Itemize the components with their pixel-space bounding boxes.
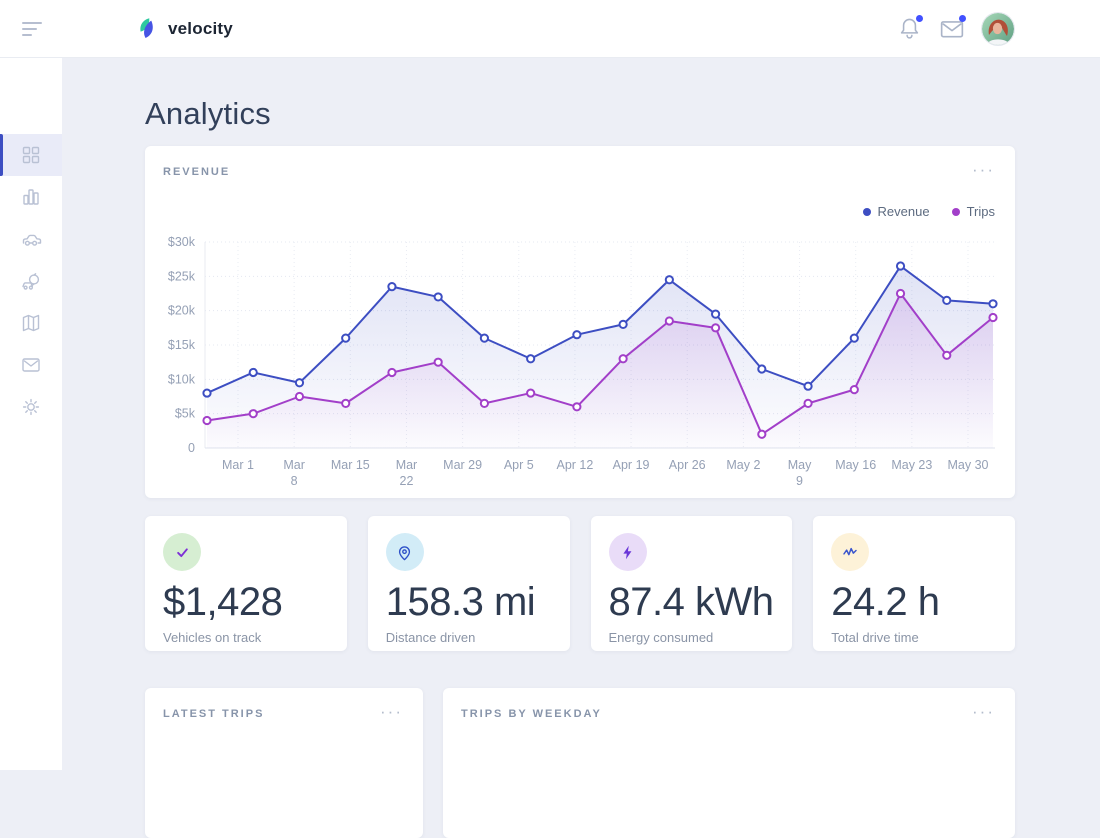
trips-legend-dot xyxy=(952,208,960,216)
pulse-icon xyxy=(831,533,869,571)
latest-trips-header: LATEST TRIPS xyxy=(163,708,264,720)
location-pin-icon xyxy=(386,533,424,571)
svg-text:Apr 5: Apr 5 xyxy=(504,458,534,472)
svg-text:$25k: $25k xyxy=(168,269,196,283)
topbar: velocity xyxy=(0,0,1100,58)
stat-label: Energy consumed xyxy=(609,630,775,645)
trips-by-weekday-menu-button[interactable]: ··· xyxy=(972,708,995,716)
brand-name: velocity xyxy=(168,19,233,39)
mail-icon xyxy=(20,354,42,376)
brand-logo[interactable]: velocity xyxy=(138,17,233,41)
trips-by-weekday-header: TRIPS BY WEEKDAY xyxy=(461,708,602,720)
stat-label: Total drive time xyxy=(831,630,997,645)
bar-chart-icon xyxy=(20,186,42,208)
svg-text:$10k: $10k xyxy=(168,372,196,386)
svg-text:Apr 26: Apr 26 xyxy=(669,458,706,472)
latest-trips-card: LATEST TRIPS ··· xyxy=(145,688,423,838)
main-content: Analytics REVENUE ··· Revenue Trips $30k… xyxy=(62,58,1100,770)
car-service-icon xyxy=(20,270,42,292)
svg-text:May 23: May 23 xyxy=(891,458,932,472)
hamburger-menu-icon[interactable] xyxy=(22,22,42,36)
stat-card-distance: 158.3 mi Distance driven xyxy=(368,516,570,651)
svg-text:0: 0 xyxy=(188,441,195,455)
sidebar-item-vehicles[interactable] xyxy=(0,218,62,260)
trips-legend-label: Trips xyxy=(967,204,995,219)
revenue-card: REVENUE ··· Revenue Trips $30k $25k $20k $1… xyxy=(145,146,1015,498)
svg-text:Apr 19: Apr 19 xyxy=(613,458,650,472)
check-icon xyxy=(163,533,201,571)
latest-trips-menu-button[interactable]: ··· xyxy=(380,708,403,716)
sidebar-item-settings[interactable] xyxy=(0,386,62,428)
stats-row: $1,428 Vehicles on track 158.3 mi Distan… xyxy=(145,516,1015,651)
trips-by-weekday-card: TRIPS BY WEEKDAY ··· xyxy=(443,688,1015,838)
chart-legend: Revenue Trips xyxy=(863,204,995,219)
sidebar-item-analytics[interactable] xyxy=(0,176,62,218)
notifications-button[interactable] xyxy=(894,14,924,44)
svg-text:8: 8 xyxy=(291,474,298,488)
notification-badge xyxy=(916,15,923,22)
lightning-bolt-icon xyxy=(609,533,647,571)
velocity-leaf-icon xyxy=(138,17,160,41)
svg-text:Apr 12: Apr 12 xyxy=(557,458,594,472)
car-icon xyxy=(20,228,42,250)
svg-text:$20k: $20k xyxy=(168,304,196,318)
stat-label: Distance driven xyxy=(386,630,552,645)
messages-button[interactable] xyxy=(937,14,967,44)
user-avatar[interactable] xyxy=(982,13,1014,45)
svg-text:May 16: May 16 xyxy=(835,458,876,472)
message-badge xyxy=(959,15,966,22)
stat-card-energy: 87.4 kWh Energy consumed xyxy=(591,516,793,651)
svg-text:$30k: $30k xyxy=(168,235,196,249)
revenue-card-header: REVENUE xyxy=(163,166,230,178)
svg-text:Mar: Mar xyxy=(396,458,418,472)
gear-icon xyxy=(20,396,42,418)
svg-text:Mar 15: Mar 15 xyxy=(331,458,370,472)
sidebar-item-map[interactable] xyxy=(0,302,62,344)
revenue-chart: $30k $25k $20k $15k $10k $5k 0 Mar 1 Mar 8 Mar 15 M… xyxy=(145,228,1015,490)
dashboard-grid-icon xyxy=(20,144,42,166)
svg-text:9: 9 xyxy=(796,474,803,488)
stat-label: Vehicles on track xyxy=(163,630,329,645)
svg-text:May 30: May 30 xyxy=(948,458,989,472)
sidebar-item-messages[interactable] xyxy=(0,344,62,386)
svg-text:Mar 1: Mar 1 xyxy=(222,458,254,472)
stat-value: 87.4 kWh xyxy=(609,580,775,625)
stat-card-vehicles: $1,428 Vehicles on track xyxy=(145,516,347,651)
stat-value: $1,428 xyxy=(163,580,329,625)
map-icon xyxy=(20,312,42,334)
sidebar-item-dashboard[interactable] xyxy=(0,134,62,176)
revenue-legend-label: Revenue xyxy=(878,204,930,219)
bottom-row: LATEST TRIPS ··· TRIPS BY WEEKDAY ··· xyxy=(145,688,1015,838)
revenue-card-menu-button[interactable]: ··· xyxy=(972,166,995,174)
stat-value: 24.2 h xyxy=(831,580,997,625)
page-title: Analytics xyxy=(145,58,1015,132)
svg-text:Mar: Mar xyxy=(283,458,305,472)
svg-text:May: May xyxy=(788,458,812,472)
legend-item-revenue[interactable]: Revenue xyxy=(863,204,930,219)
revenue-legend-dot xyxy=(863,208,871,216)
stat-card-drive-time: 24.2 h Total drive time xyxy=(813,516,1015,651)
svg-text:May 2: May 2 xyxy=(726,458,760,472)
svg-text:Mar 29: Mar 29 xyxy=(443,458,482,472)
legend-item-trips[interactable]: Trips xyxy=(952,204,995,219)
svg-text:22: 22 xyxy=(400,474,414,488)
sidebar-item-service[interactable] xyxy=(0,260,62,302)
svg-text:$5k: $5k xyxy=(175,407,196,421)
sidebar xyxy=(0,58,62,770)
stat-value: 158.3 mi xyxy=(386,580,552,625)
svg-text:$15k: $15k xyxy=(168,338,196,352)
